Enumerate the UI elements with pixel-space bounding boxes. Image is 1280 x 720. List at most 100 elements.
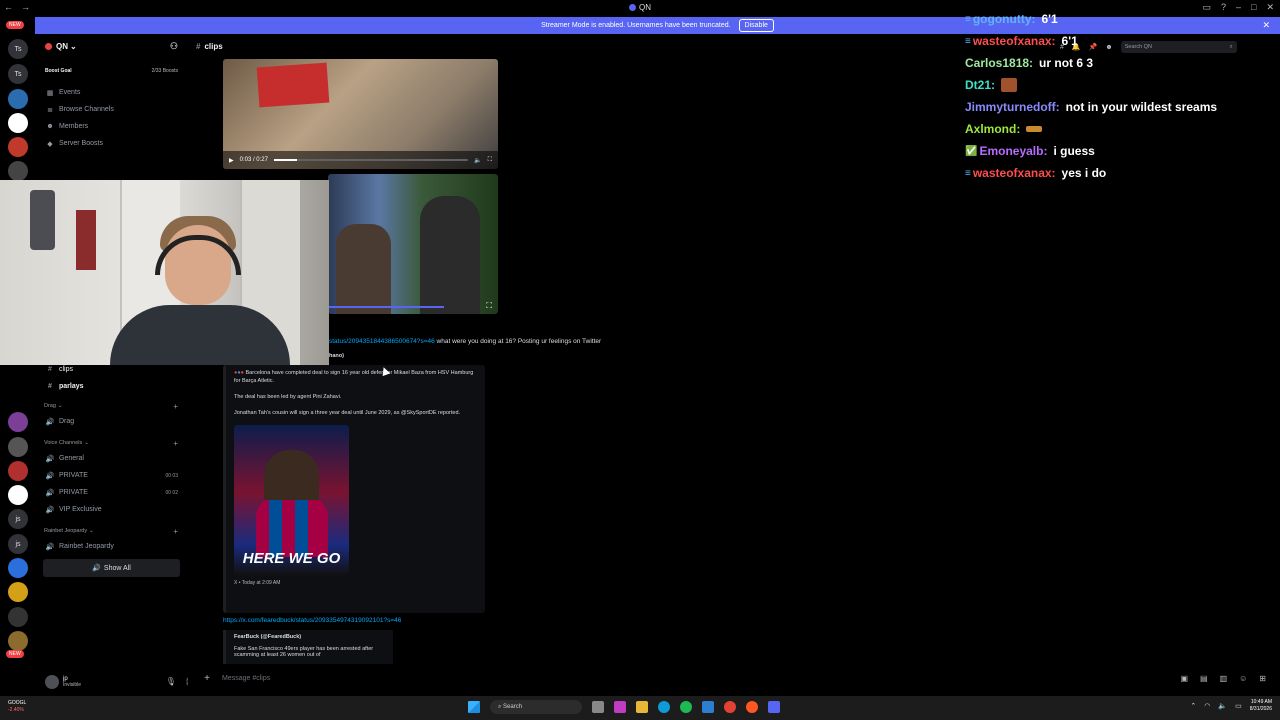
server-icon-dark[interactable] [8, 437, 28, 457]
sticker-icon[interactable]: ▥ [1220, 674, 1228, 683]
chat-line: ✅ Emoneyalb: i guess [965, 140, 1280, 162]
channel-parlays[interactable]: # parlays [35, 378, 188, 395]
spotify-icon[interactable] [680, 701, 692, 713]
invite-icon[interactable]: ⚇ [170, 41, 178, 52]
members-icon: ☻ [46, 123, 54, 130]
emote-icon [1026, 126, 1043, 132]
tweet-image[interactable]: HERE WE GO [234, 425, 349, 575]
video-player-2[interactable]: ⛶ [328, 174, 498, 314]
show-all-button[interactable]: 🔊 Show All [43, 559, 180, 577]
sidebar-item-browse[interactable]: ≣ Browse Channels [35, 101, 188, 118]
stock-widget[interactable]: GOOGL -2.40% [8, 700, 26, 714]
server-icon-black[interactable] [8, 607, 28, 627]
emoji-icon[interactable]: ☺ [1239, 674, 1247, 683]
speaker-icon: 🔊 [45, 543, 55, 551]
shirt-shape [110, 305, 290, 365]
server-icon-js-1[interactable]: js [8, 509, 28, 529]
play-icon[interactable]: ▶ [229, 157, 234, 164]
sign-shape [256, 62, 330, 108]
chat-message: yes i do [1061, 166, 1107, 180]
server-icon-ts-1[interactable]: Ts [8, 39, 28, 59]
server-icon-globe[interactable] [8, 89, 28, 109]
add-channel-icon[interactable]: + [173, 402, 178, 411]
chevron-up-icon[interactable]: ⌃ [1190, 702, 1196, 710]
category-voice[interactable]: Voice Channels ⌄ + [35, 436, 188, 450]
boost-goal[interactable]: Boost Goal 2/33 Boosts [43, 64, 180, 78]
server-mini-icon [629, 4, 636, 11]
add-channel-icon[interactable]: + [173, 527, 178, 536]
app-icon[interactable] [746, 701, 758, 713]
task-view-icon[interactable] [592, 701, 604, 713]
gif-icon[interactable]: ▤ [1200, 674, 1208, 683]
battery-icon[interactable]: ▭ [1235, 702, 1242, 710]
chevron-down-icon: ⌄ [57, 403, 63, 409]
embed-text: Fake San Francisco 49ers player has been… [234, 646, 374, 658]
avatar[interactable] [45, 674, 59, 689]
speaker-icon: 🔊 [45, 472, 55, 480]
discord-icon[interactable] [768, 701, 780, 713]
player-shape [264, 450, 319, 500]
file-explorer-icon[interactable] [636, 701, 648, 713]
taskbar-search[interactable]: ⌕ Search [490, 700, 582, 714]
voice-vip[interactable]: 🔊 VIP Exclusive [35, 501, 188, 518]
tweet-embed-1: ●●● Barcelona have completed deal to sig… [223, 365, 485, 613]
server-icon-blue[interactable] [8, 558, 28, 578]
copilot-icon[interactable] [614, 701, 626, 713]
voice-general[interactable]: 🔊 General [35, 450, 188, 467]
mic-icon[interactable]: 🎙 [166, 677, 176, 686]
chat-username: Carlos1818: [965, 56, 1034, 70]
tweet-link-2[interactable]: https://x.com/fearedbuck/status/20933549… [223, 617, 401, 624]
message-input[interactable]: Message #clips [222, 675, 1180, 682]
add-channel-icon[interactable]: + [173, 439, 178, 448]
embed-author[interactable]: FearBuck (@FearedBuck) [234, 634, 385, 640]
server-icon-js-2[interactable]: js [8, 534, 28, 554]
tweet-embed-2: FearBuck (@FearedBuck) Fake San Francisc… [223, 630, 393, 664]
browse-icon: ≣ [47, 106, 53, 114]
user-status: Invisible [63, 681, 82, 688]
chat-line: Axlmond: [965, 118, 1280, 140]
chat-line: ≡ gogonutty: 6'1 [965, 8, 1280, 30]
volume-icon[interactable]: 🔈 [474, 157, 481, 164]
attach-icon[interactable]: + [200, 673, 214, 684]
chat-message: 6'1 [1041, 12, 1058, 26]
server-icon-ts-2[interactable]: Ts [8, 64, 28, 84]
server-icon-gold[interactable] [8, 582, 28, 602]
video-seek-bar[interactable] [273, 159, 469, 161]
server-icon-brown[interactable] [8, 631, 28, 651]
sidebar-item-members[interactable]: ☻ Members [35, 118, 188, 135]
chat-line: Dt21: [965, 74, 1280, 96]
edge-icon[interactable] [658, 701, 670, 713]
fullscreen-icon[interactable]: ⛶ [486, 301, 492, 311]
sidebar-item-events[interactable]: ▦ Events [35, 84, 188, 101]
category-drag[interactable]: Drag ⌄ + [35, 399, 188, 413]
voice-private-1[interactable]: 🔊 PRIVATE 00 03 [35, 467, 188, 484]
embed-footer: X • Today at 2:09 AM [234, 580, 281, 586]
chrome-icon[interactable] [724, 701, 736, 713]
apps-icon[interactable]: ⊞ [1259, 674, 1266, 683]
chat-line: Carlos1818: ur not 6 3 [965, 52, 1280, 74]
sidebar-item-boosts[interactable]: ◆ Server Boosts [35, 135, 188, 152]
server-icon-red[interactable] [8, 137, 28, 157]
embed-paragraph-2: The deal has been led by agent Pini Zaha… [234, 394, 342, 400]
server-icon-white[interactable] [8, 113, 28, 133]
wifi-icon[interactable]: ◠ [1204, 702, 1210, 710]
volume-icon[interactable]: 🔈 [1218, 702, 1227, 710]
video-player-1[interactable]: ▶ 0:03 / 0:27 🔈 ⛶ [223, 59, 498, 169]
gift-icon[interactable]: ▣ [1180, 674, 1188, 683]
category-rainbet[interactable]: Rainbet Jeopardy ⌄ + [35, 524, 188, 538]
channel-drag[interactable]: 🔊 Drag [35, 413, 188, 430]
disable-streamer-button[interactable]: Disable [738, 19, 774, 32]
voice-private-2[interactable]: 🔊 PRIVATE 00 02 [35, 484, 188, 501]
app-icon[interactable] [702, 701, 714, 713]
clock[interactable]: 10:49 AM 8/31/2026 [1250, 699, 1272, 713]
server-icon-purple[interactable] [8, 412, 28, 432]
server-header[interactable]: QN ⌄ ⚇ [35, 34, 188, 58]
channel-rainbet[interactable]: 🔊 Rainbet Jeopardy [35, 538, 188, 555]
server-icon-red-2[interactable] [8, 461, 28, 481]
video-progress-fill [273, 159, 298, 161]
server-icon-tiktok[interactable] [8, 485, 28, 505]
server-icon-grey[interactable] [8, 161, 28, 181]
fullscreen-icon[interactable]: ⛶ [488, 157, 492, 164]
start-button[interactable] [468, 701, 480, 713]
tweet-link[interactable]: status/2094351844386500674?s=46 [329, 338, 435, 345]
